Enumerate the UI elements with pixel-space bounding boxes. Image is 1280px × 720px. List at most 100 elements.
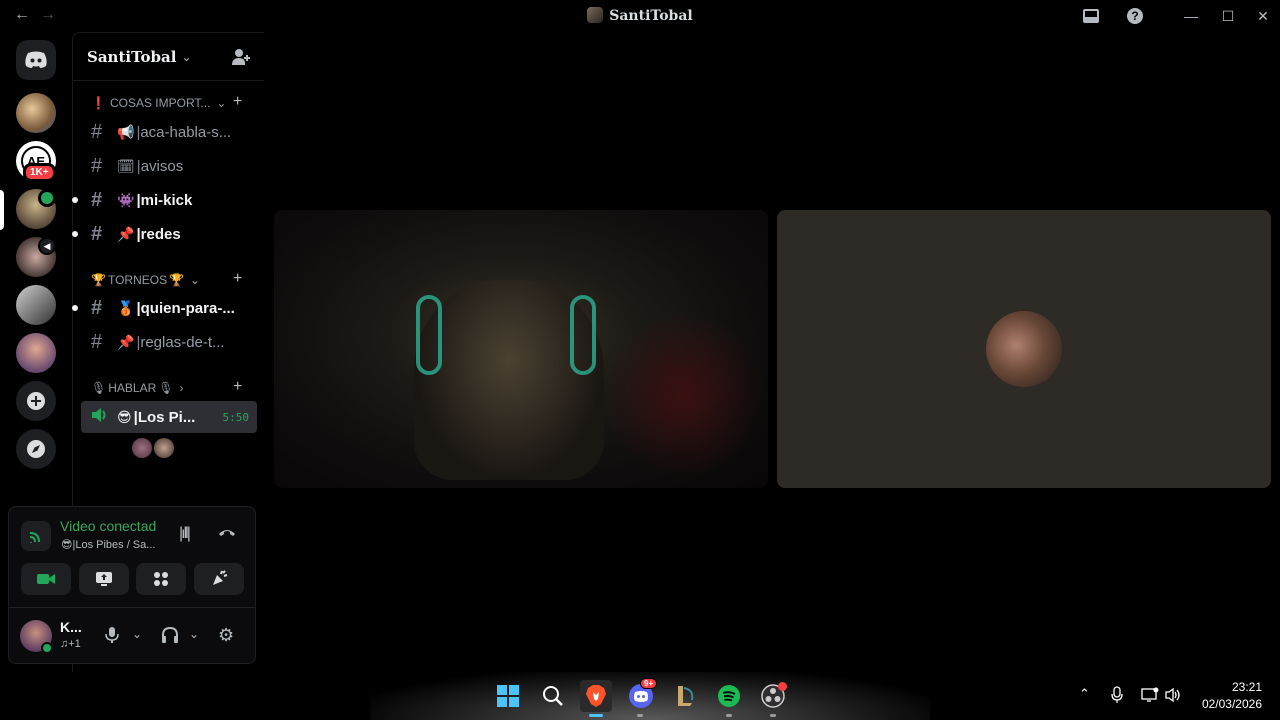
microphone-icon[interactable]	[105, 626, 119, 649]
mic-options-chevron-icon[interactable]: ⌄	[132, 627, 142, 641]
text-channel-icon: #	[91, 222, 103, 245]
channel-aca-habla[interactable]: # 📢 | aca-habla-s...	[81, 116, 257, 148]
activities-button[interactable]	[136, 563, 186, 595]
connection-signal-icon[interactable]	[21, 521, 51, 551]
unread-indicator	[72, 231, 78, 237]
camera-button[interactable]	[21, 563, 71, 595]
svg-text:?: ?	[1131, 9, 1138, 23]
add-channel-icon[interactable]: +	[233, 93, 242, 111]
audio-options-chevron-icon[interactable]: ⌄	[189, 627, 199, 641]
username[interactable]: K...	[60, 619, 82, 635]
participant-avatar	[986, 311, 1062, 387]
channel-redes[interactable]: # 📌 | redes	[72, 218, 257, 250]
open-app-indicator	[726, 714, 732, 717]
server-mini-icon	[587, 7, 604, 23]
server-header[interactable]: SantiTobal ⌄	[73, 33, 264, 81]
mention-badge: 1K+	[23, 163, 56, 182]
active-app-indicator	[589, 714, 603, 717]
channel-avisos[interactable]: # 🗓 | avisos	[81, 150, 257, 182]
soundboard-button[interactable]	[194, 563, 244, 595]
discover-icon[interactable]	[16, 429, 56, 469]
user-activity: ♫+1	[60, 638, 81, 650]
voice-status[interactable]: Video conectad	[60, 518, 168, 534]
selected-server-pill	[0, 190, 4, 230]
noise-suppression-icon[interactable]: |ıll|	[179, 525, 191, 543]
voice-connected-icon	[91, 407, 117, 427]
channel-name: redes	[140, 225, 181, 243]
text-channel-icon: #	[91, 296, 103, 319]
channel-mi-kick[interactable]: # 👾 | mi-kick	[72, 184, 257, 216]
close-button[interactable]: ✕	[1252, 6, 1274, 26]
headphone-glow	[416, 295, 442, 375]
windows-start-icon[interactable]	[492, 680, 524, 712]
trophy-icon: 🏆	[169, 273, 185, 287]
search-icon[interactable]	[537, 680, 569, 712]
server-icon-6[interactable]	[16, 333, 56, 373]
channel-name: aca-habla-s...	[140, 123, 232, 141]
online-status-icon	[41, 642, 53, 654]
chevron-right-icon: ›	[179, 381, 184, 395]
voice-channel-los-pibes[interactable]: 😎 | Los Pi... 5:50	[81, 401, 257, 433]
video-tile-camera[interactable]	[274, 210, 768, 488]
server-icon-5[interactable]	[16, 285, 56, 325]
minimize-button[interactable]: —	[1180, 6, 1202, 26]
voice-timer: 5:50	[222, 410, 250, 424]
show-hidden-icons-chevron[interactable]: ⌃	[1079, 686, 1090, 702]
stream-indicator-icon	[38, 189, 56, 207]
discord-home-icon[interactable]	[16, 40, 56, 80]
unread-indicator	[72, 197, 78, 203]
speaker-indicator-icon: ◀	[38, 237, 56, 255]
tray-microphone-icon[interactable]	[1111, 686, 1123, 709]
headphones-icon[interactable]	[161, 626, 179, 649]
screen-share-button[interactable]	[79, 563, 129, 595]
add-channel-icon[interactable]: +	[233, 270, 242, 288]
open-app-indicator	[770, 714, 776, 717]
chevron-down-icon: ⌄	[181, 49, 192, 64]
channel-name: mi-kick	[140, 191, 193, 209]
windows-taskbar: 9+ ⌃ 23:21 02/03/2026	[0, 672, 1280, 720]
discord-notification-badge: 9+	[640, 678, 658, 689]
server-icon-1[interactable]	[16, 93, 56, 133]
voice-location[interactable]: 😎|Los Pibes / Sa...	[61, 538, 171, 551]
chevron-down-icon: ⌄	[216, 96, 227, 110]
channel-name: reglas-de-t...	[140, 333, 225, 351]
channel-name: quien-para-...	[140, 299, 235, 317]
voice-participant-avatar[interactable]	[154, 438, 174, 458]
clock-date[interactable]: 02/03/2026	[1192, 697, 1262, 711]
help-icon[interactable]: ?	[1124, 6, 1146, 26]
add-server-icon[interactable]	[16, 381, 56, 421]
text-channel-icon: #	[91, 154, 103, 177]
category-hablar[interactable]: 🎙 HABLAR 🎙 ›	[91, 381, 184, 395]
maximize-button[interactable]: ☐	[1217, 6, 1239, 26]
add-channel-icon[interactable]: +	[233, 378, 242, 396]
brave-browser-icon[interactable]	[580, 680, 612, 712]
volume-icon[interactable]	[1165, 687, 1183, 708]
voice-channel-name: Los Pi...	[137, 408, 196, 426]
server-name: SantiTobal	[87, 47, 177, 66]
settings-gear-icon[interactable]: ⚙	[218, 625, 234, 646]
category-cosas-importantes[interactable]: ❗ COSAS IMPORT... ⌄	[91, 96, 226, 110]
invite-people-icon[interactable]	[231, 47, 251, 72]
voice-participant-avatar[interactable]	[132, 438, 152, 458]
text-channel-icon: #	[91, 120, 103, 143]
recording-indicator-icon	[778, 682, 787, 691]
title-bar: ← → SantiTobal ? — ☐ ✕	[0, 0, 1280, 32]
channel-name: avisos	[140, 157, 184, 175]
divider	[9, 607, 255, 608]
microphone-icon: 🎙	[158, 381, 174, 395]
spotify-icon[interactable]	[713, 680, 745, 712]
text-channel-icon: #	[91, 188, 103, 211]
headphone-glow	[570, 295, 596, 375]
chevron-down-icon: ⌄	[190, 273, 201, 287]
category-torneos[interactable]: 🏆 TORNEOS 🏆 ⌄	[91, 273, 200, 287]
video-tile-avatar[interactable]	[777, 210, 1271, 488]
background-light	[604, 310, 764, 480]
inbox-icon[interactable]	[1080, 6, 1102, 26]
network-icon[interactable]	[1141, 687, 1159, 708]
league-of-legends-icon[interactable]	[669, 680, 701, 712]
channel-reglas[interactable]: # 📌 | reglas-de-t...	[81, 326, 257, 358]
channel-quien-para[interactable]: # 🥉 | quien-para-...	[72, 292, 257, 324]
open-app-indicator	[637, 714, 643, 717]
clock-time[interactable]: 23:21	[1198, 680, 1262, 694]
disconnect-icon[interactable]	[217, 522, 237, 547]
